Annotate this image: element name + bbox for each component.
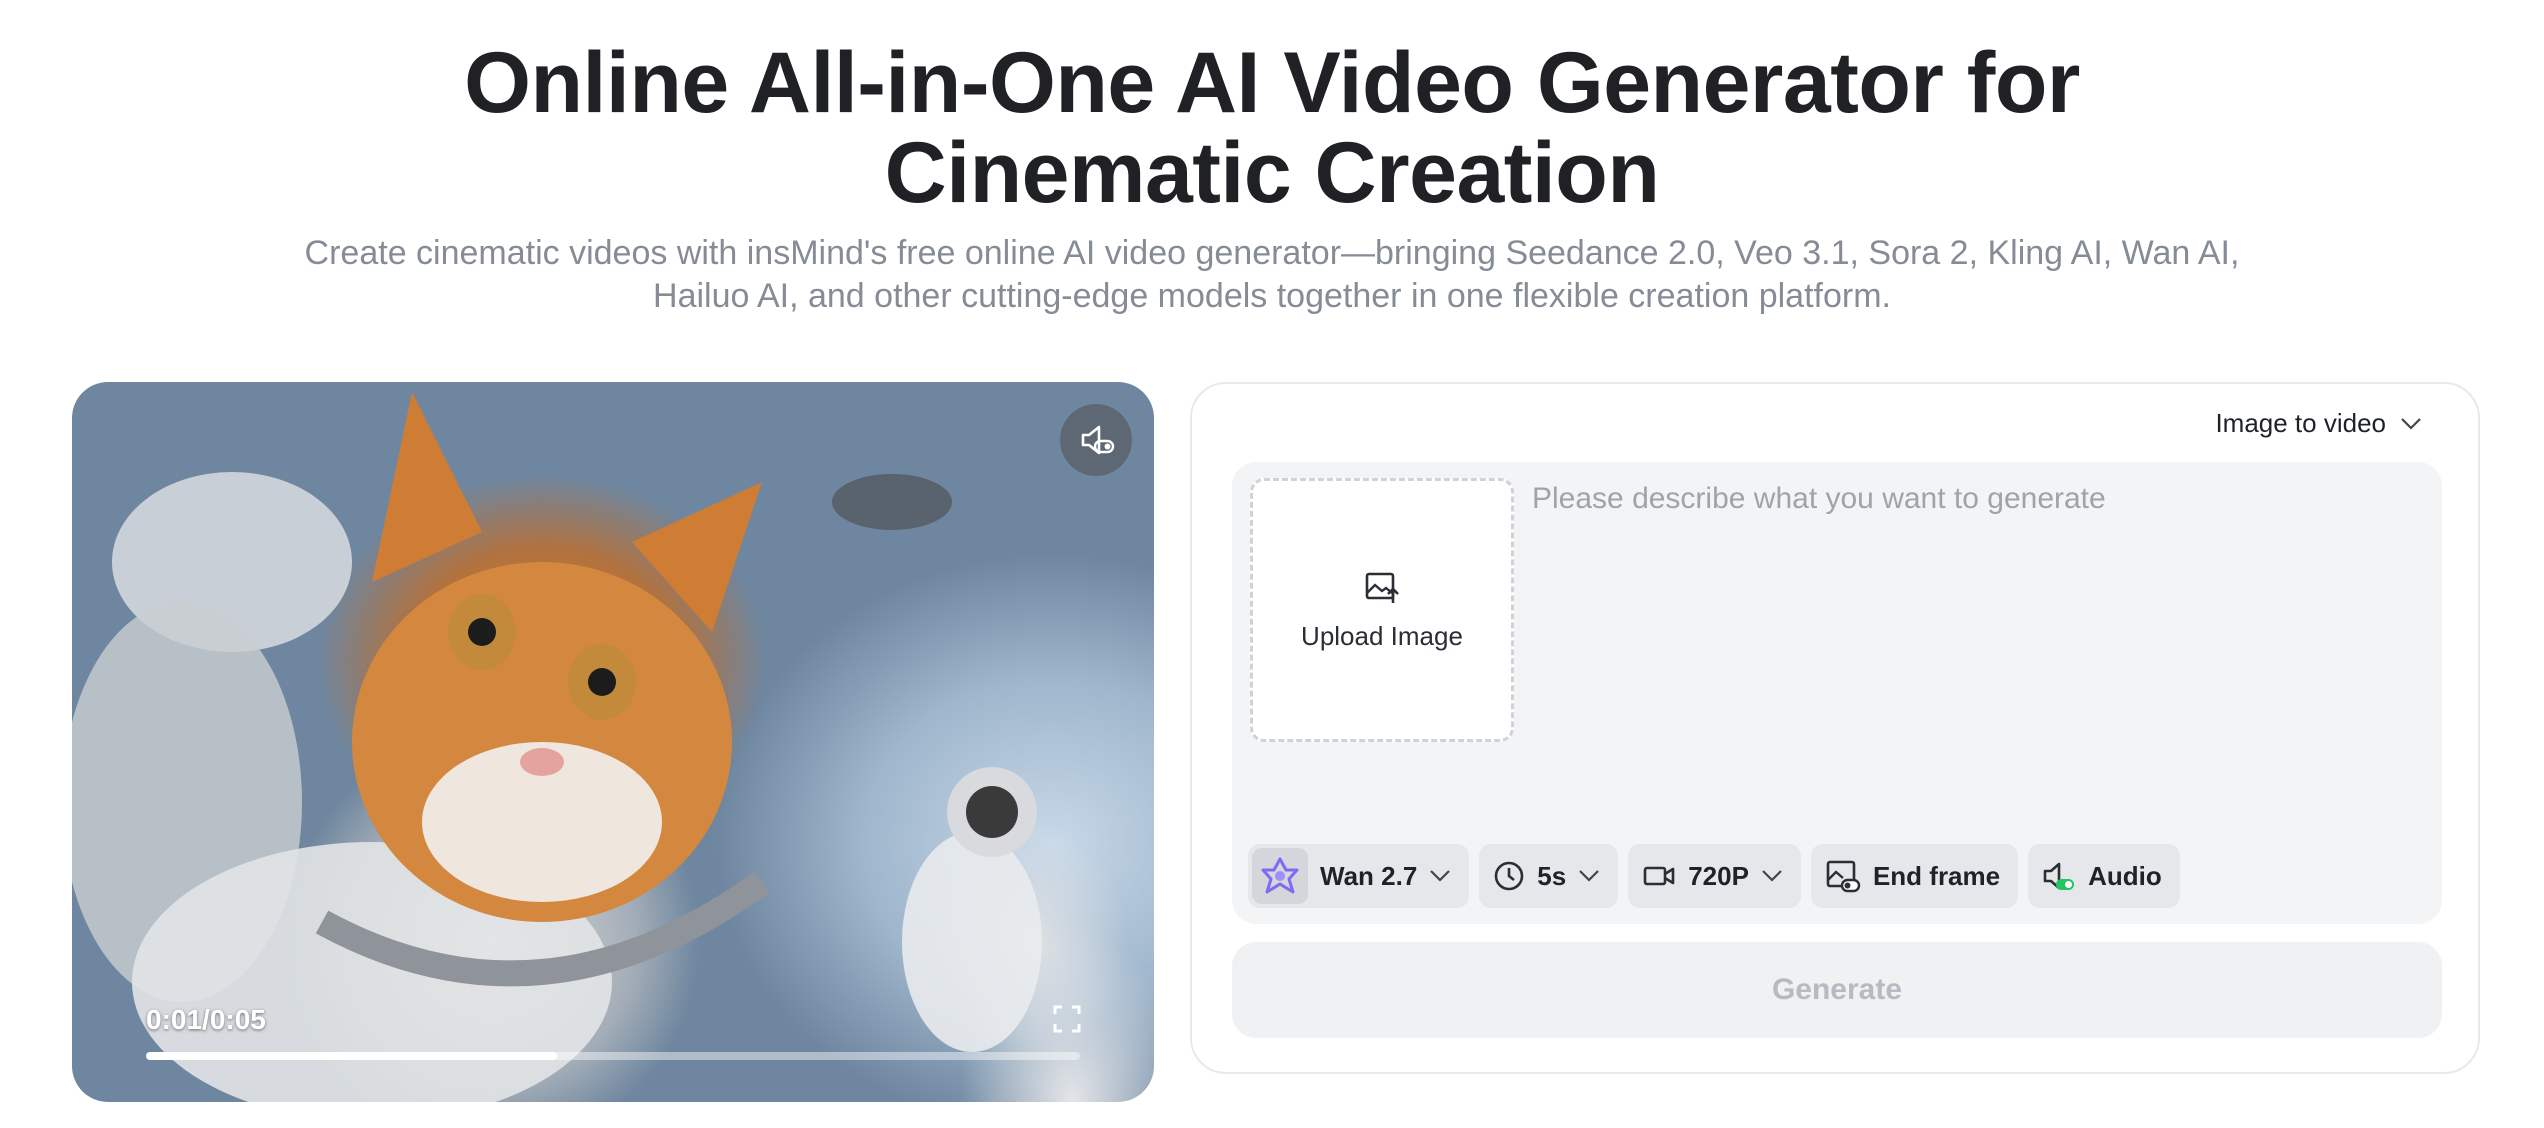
- speaker-muted-icon: [1081, 425, 1115, 455]
- chevron-down-icon: [1579, 870, 1599, 882]
- demo-video-player[interactable]: 0:01/0:05: [72, 382, 1154, 1102]
- video-timestamp: 0:01/0:05: [146, 1004, 266, 1035]
- mute-toggle-button[interactable]: [1060, 404, 1132, 476]
- video-camera-icon: [1643, 866, 1675, 886]
- speaker-toggle-icon: [2043, 862, 2075, 890]
- clock-icon: [1494, 861, 1524, 891]
- fullscreen-icon[interactable]: [1052, 1004, 1082, 1034]
- upload-image-label: Upload Image: [1301, 620, 1463, 651]
- video-progress-bar[interactable]: [146, 1052, 1080, 1060]
- page-subtitle: Create cinematic videos with insMind's f…: [0, 232, 2544, 318]
- page-title-line-1: Online All-in-One AI Video Generator for: [464, 35, 2080, 131]
- video-progress-fill: [146, 1052, 557, 1060]
- end-frame-label: End frame: [1872, 860, 2001, 891]
- generate-button[interactable]: Generate: [1232, 942, 2442, 1038]
- model-selector-label: Wan 2.7: [1320, 860, 1418, 891]
- video-generator-panel: Image to video Upload Image Please descr…: [1190, 382, 2480, 1074]
- end-frame-image-icon: [1826, 860, 1861, 893]
- video-frame-artwork: [72, 392, 1042, 1102]
- model-selector[interactable]: Wan 2.7: [1248, 844, 1470, 908]
- audio-toggle-button[interactable]: Audio: [2028, 844, 2180, 908]
- audio-toggle-label: Audio: [2088, 860, 2162, 891]
- mode-dropdown[interactable]: Image to video: [2215, 408, 2422, 439]
- page-title: Online All-in-One AI Video Generator for…: [0, 38, 2544, 218]
- duration-selector-label: 5s: [1537, 860, 1567, 891]
- resolution-selector-label: 720P: [1688, 860, 1749, 891]
- resolution-selector[interactable]: 720P: [1628, 844, 1801, 908]
- page-title-line-2: Cinematic Creation: [884, 125, 1660, 221]
- image-upload-icon: [1365, 572, 1399, 603]
- model-logo-icon: [1252, 848, 1308, 904]
- page-subtitle-line-1: Create cinematic videos with insMind's f…: [304, 234, 2240, 272]
- duration-selector[interactable]: 5s: [1479, 844, 1619, 908]
- mode-dropdown-label: Image to video: [2215, 408, 2386, 438]
- prompt-card: Upload Image Wan 2.7: [1232, 462, 2442, 924]
- chevron-down-icon: [2401, 417, 2421, 430]
- chevron-down-icon: [1430, 870, 1451, 882]
- chevron-down-icon: [1762, 870, 1782, 882]
- generation-options: Wan 2.7 5s 720P End frame Audio: [1248, 844, 2180, 908]
- page-subtitle-line-2: Hailuo AI, and other cutting-edge models…: [653, 277, 1891, 315]
- upload-image-button[interactable]: Upload Image: [1250, 478, 1514, 742]
- end-frame-button[interactable]: End frame: [1810, 844, 2019, 908]
- prompt-input[interactable]: [1530, 480, 2414, 814]
